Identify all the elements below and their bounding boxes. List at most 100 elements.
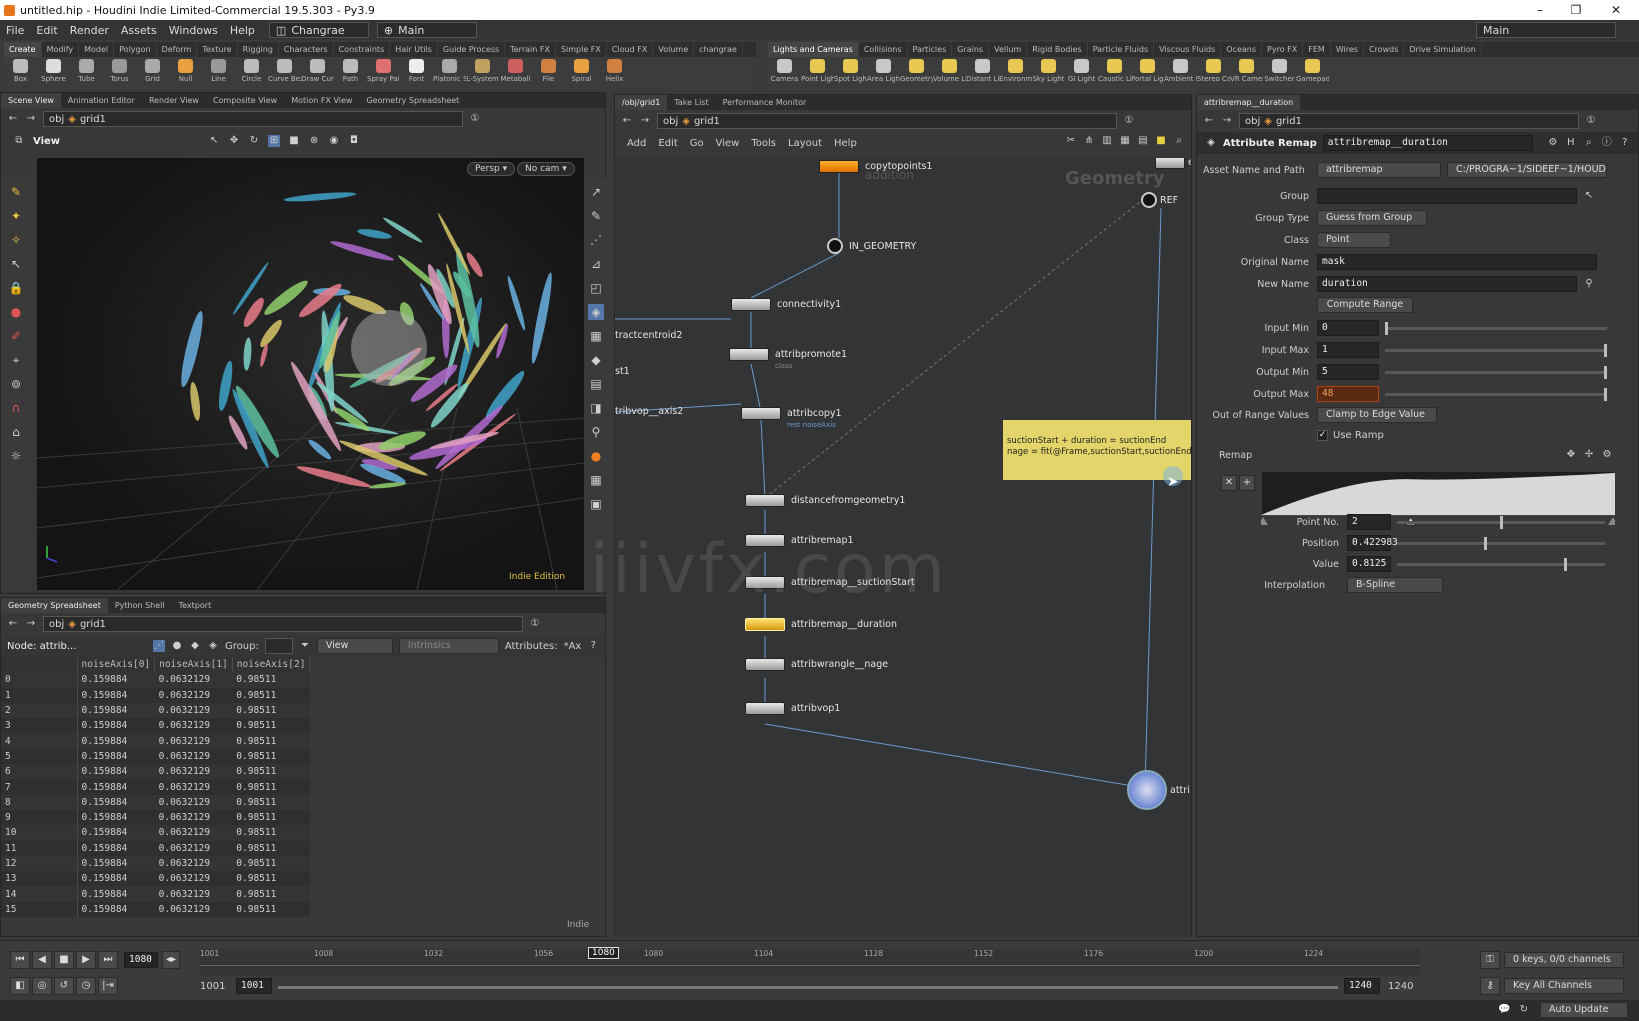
shelf-tool-null[interactable]: Null [169,57,202,90]
table-row[interactable]: 10 0.159884 0.0632129 0.98511 [1,825,310,841]
view-menu[interactable]: View [316,638,393,654]
network-menu-layout[interactable]: Layout [788,138,822,149]
shelf-tool-circle[interactable]: Circle [235,57,268,90]
node-attribpromote[interactable]: attribpromote1 class [729,348,847,370]
node-attribvop-axis-label[interactable]: tribvop__axis2 [615,406,683,417]
bbox-icon[interactable]: ◰ [588,280,604,296]
maximize-button[interactable]: ❐ [1556,0,1596,20]
pin-icon[interactable]: ① [1123,115,1135,127]
shelf-tab-guide-process[interactable]: Guide Process [438,42,506,57]
shelf-tool-l-system[interactable]: L-System [466,57,499,90]
close-window-button[interactable]: ✕ [1596,0,1636,20]
column-header[interactable]: noiseAxis[0] [77,657,156,673]
shelf-tab-model[interactable]: Model [79,42,115,57]
slider-knob[interactable] [1604,387,1607,401]
pin-icon[interactable]: ① [1585,115,1597,127]
tab-textport[interactable]: Textport [172,598,219,613]
table-row[interactable]: 1 0.159884 0.0632129 0.98511 [1,687,310,703]
node-body[interactable] [745,658,785,671]
shelf-tab-rigid-bodies[interactable]: Rigid Bodies [1027,42,1088,57]
group-select-icon[interactable]: ↖ [1583,190,1595,202]
value-field[interactable]: 0.8125 [1347,556,1391,572]
tab-scene-view[interactable]: Scene View [1,93,61,108]
original-name-field[interactable]: mask [1317,254,1597,270]
lock-icon[interactable]: 🔒 [8,280,24,296]
help-icon[interactable]: ? [1619,137,1631,149]
shelf-tab-deform[interactable]: Deform [157,42,198,57]
shelf-tool-point-light[interactable]: Point Light [801,57,834,90]
shelf-tool-sky-light[interactable]: Sky Light [1032,57,1065,90]
network-menu-help[interactable]: Help [834,138,857,149]
output-min-slider[interactable] [1385,365,1607,379]
range-end-field[interactable]: 1240 [1344,978,1380,994]
shelf-tab-fem[interactable]: FEM [1303,42,1331,57]
shelf-tab-simple-fx[interactable]: Simple FX [556,42,607,57]
spreadsheet-path-field[interactable]: obj ◈ grid1 [43,616,523,632]
shade-icon[interactable]: ✎ [588,208,604,224]
network-menu-go[interactable]: Go [690,138,704,149]
points-mode-icon[interactable]: ⋰ [153,640,165,652]
vertices-mode-icon[interactable]: ● [171,640,183,652]
node-body[interactable] [819,160,859,173]
measure-icon[interactable]: ⌖ [8,352,24,368]
table-row[interactable]: 15 0.159884 0.0632129 0.98511 [1,901,310,918]
camera-icon[interactable]: ◉ [328,135,340,147]
shelf-tab-grains[interactable]: Grains [952,42,990,57]
node-body[interactable] [745,702,785,715]
node-distancefromgeometry[interactable]: distancefromgeometry1 [745,494,905,507]
table-row[interactable]: 7 0.159884 0.0632129 0.98511 [1,779,310,795]
node-in-geometry[interactable]: IN_GEOMETRY [827,238,916,254]
shelf-tool-spray-paint[interactable]: Spray Paint [367,57,400,90]
tab-attribremap-duration[interactable]: attribremap__duration [1197,95,1301,110]
shelf-tool-sphere[interactable]: Sphere [37,57,70,90]
jump-end-button[interactable]: ⏭ [98,951,118,969]
persp-menu[interactable]: Persp ▾ [467,162,516,176]
realtime-button[interactable]: ◧ [10,977,30,995]
key-icon-button[interactable]: ⚷ [1480,977,1500,995]
shelf-tool-area-light[interactable]: Area Light [867,57,900,90]
chat-icon[interactable]: 💬 [1498,1004,1510,1016]
shelf-tool-geometry-light[interactable]: Geometry Light [900,57,933,90]
range-slider[interactable] [278,986,1338,989]
render-icon[interactable]: ◘ [348,135,360,147]
compute-range-button[interactable]: Compute Range [1317,297,1413,313]
loop-button[interactable]: ↺ [54,977,74,995]
node-attribcopy[interactable]: attribcopy1 rest noiseAxis [741,407,842,429]
shelf-tab-texture[interactable]: Texture [197,42,238,57]
table-row[interactable]: 14 0.159884 0.0632129 0.98511 [1,886,310,902]
node-connectivity[interactable]: connectivity1 [731,298,841,311]
pin-icon[interactable]: ① [529,618,541,630]
node-copytopoints[interactable]: copytopoints1 addition [819,160,932,182]
shelf-tool-portal-light[interactable]: Portal Light [1131,57,1164,90]
forward-arrow-icon[interactable]: → [25,113,37,125]
shelf-tool-platonic-solids[interactable]: Platonic Solids [433,57,466,90]
normals-icon[interactable]: ⊿ [588,256,604,272]
ramp-add-button[interactable]: + [1239,475,1255,491]
position-field[interactable]: 0.422983 [1347,535,1398,551]
key-all-channels-menu[interactable]: Key All Channels [1504,978,1624,994]
lasso-icon[interactable]: ⊚ [8,376,24,392]
network-menu-add[interactable]: Add [627,138,646,149]
point-no-slider[interactable] [1397,515,1605,529]
shelf-tab-hair-utils[interactable]: Hair Utils [390,42,438,57]
input-min-slider[interactable] [1385,321,1607,335]
shelf-tool-ambient-light[interactable]: Ambient Light [1164,57,1197,90]
camera-menu[interactable]: No cam ▾ [517,162,575,176]
arrow-select-icon[interactable]: ↖ [8,256,24,272]
tab-python-shell[interactable]: Python Shell [108,598,172,613]
menu-help[interactable]: Help [224,24,261,37]
current-frame-field[interactable]: 1080 [124,952,158,968]
camera-tool-icon[interactable]: ⌂ [8,424,24,440]
output-min-field[interactable]: 5 [1317,364,1379,380]
shelf-tab-drive-simulation[interactable]: Drive Simulation [1404,42,1482,57]
tab-geometry-spreadsheet[interactable]: Geometry Spreadsheet [359,93,466,108]
timeline-track[interactable]: 1001 1008 1032 1056 1080 1104 1128 1152 1176 1200… [200,947,1420,975]
points-icon[interactable]: ⋰ [588,232,604,248]
move-tool-icon[interactable]: ✥ [228,135,240,147]
display-icon[interactable]: ■ [288,135,300,147]
table-row[interactable]: 3 0.159884 0.0632129 0.98511 [1,718,310,734]
output-max-slider[interactable] [1385,387,1607,401]
value-slider[interactable] [1397,557,1605,571]
shelf-tool-box[interactable]: Box [4,57,37,90]
wire-icon[interactable]: ↗ [588,184,604,200]
